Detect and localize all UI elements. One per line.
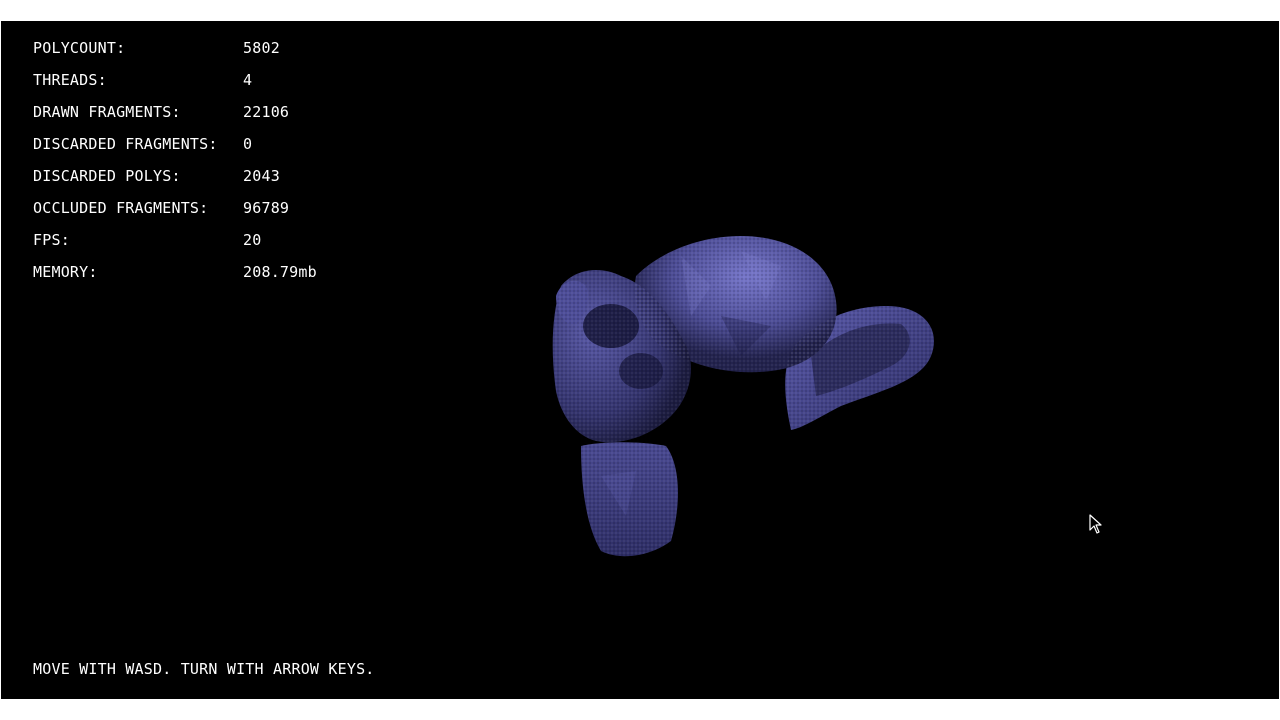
stat-drawn-fragments: DRAWN FRAGMENTS: 22106 (33, 101, 317, 133)
game-window: POLYCOUNT: 5802 THREADS: 4 DRAWN FRAGMENTS… (0, 0, 1280, 720)
monkey-head-model-icon (552, 236, 934, 557)
stat-value: 4 (243, 71, 253, 89)
stat-value: 20 (243, 231, 262, 249)
stat-discarded-fragments: DISCARDED FRAGMENTS: 0 (33, 133, 317, 165)
stat-label: MEMORY: (33, 263, 98, 281)
stat-threads: THREADS: 4 (33, 69, 317, 101)
stat-memory: MEMORY: 208.79mb (33, 261, 317, 293)
stat-label: POLYCOUNT: (33, 39, 126, 57)
stat-polycount: POLYCOUNT: 5802 (33, 37, 317, 69)
stat-discarded-polys: DISCARDED POLYS: 2043 (33, 165, 317, 197)
stat-value: 0 (243, 135, 253, 153)
stat-value: 96789 (243, 199, 290, 217)
stat-label: THREADS: (33, 71, 107, 89)
stat-label: FPS: (33, 231, 70, 249)
stat-value: 2043 (243, 167, 280, 185)
stat-label: OCCLUDED FRAGMENTS: (33, 199, 209, 217)
mouse-pointer-icon (1089, 514, 1102, 534)
stats-overlay: POLYCOUNT: 5802 THREADS: 4 DRAWN FRAGMENTS… (33, 37, 317, 293)
render-viewport[interactable]: POLYCOUNT: 5802 THREADS: 4 DRAWN FRAGMENTS… (1, 21, 1279, 699)
stat-label: DISCARDED POLYS: (33, 167, 181, 185)
stat-value: 208.79mb (243, 263, 317, 281)
stat-label: DRAWN FRAGMENTS: (33, 103, 181, 121)
stat-fps: FPS: 20 (33, 229, 317, 261)
stat-label: DISCARDED FRAGMENTS: (33, 135, 218, 153)
stat-occluded-fragments: OCCLUDED FRAGMENTS: 96789 (33, 197, 317, 229)
stat-value: 22106 (243, 103, 290, 121)
stat-value: 5802 (243, 39, 280, 57)
controls-hint: MOVE WITH WASD. TURN WITH ARROW KEYS. (33, 660, 375, 678)
